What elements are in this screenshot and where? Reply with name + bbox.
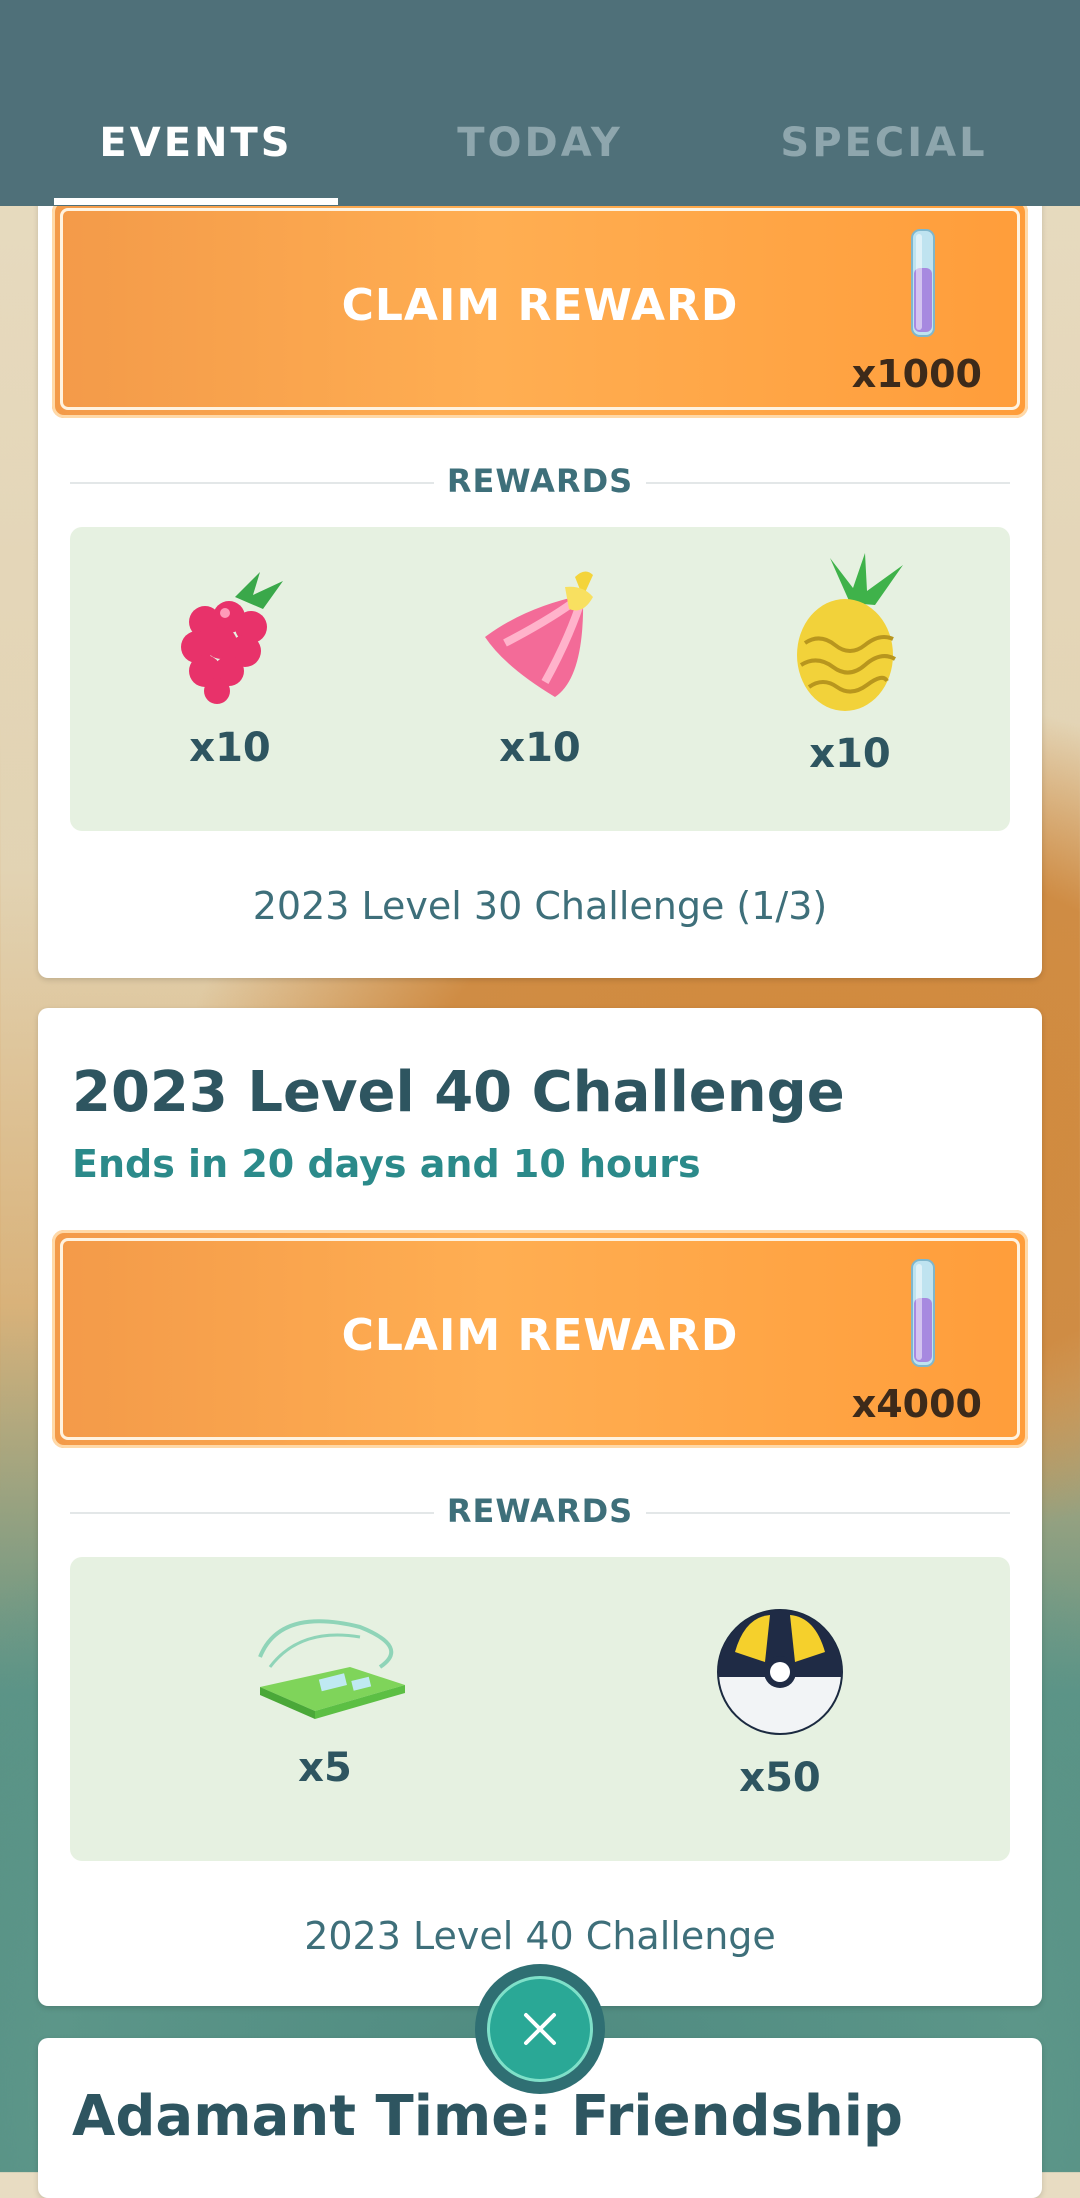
rewards-heading: REWARDS — [70, 1492, 1010, 1532]
claim-reward-label: CLAIM REWARD — [341, 1310, 739, 1361]
claim-reward-button[interactable]: CLAIM REWARD x1000 — [52, 200, 1028, 418]
rewards-heading-label: REWARDS — [446, 1492, 634, 1530]
active-tab-indicator — [54, 198, 338, 205]
reward-item[interactable]: x5 — [220, 1607, 430, 1791]
card-title: Adamant Time: Friendship — [72, 2084, 904, 2149]
pinap-berry-icon — [797, 553, 903, 711]
stardust-vial-icon — [911, 229, 935, 337]
close-button[interactable] — [475, 1964, 605, 2094]
reward-item[interactable]: x50 — [690, 1607, 870, 1801]
tab-events[interactable]: EVENTS — [54, 118, 338, 168]
reward-quantity: x50 — [739, 1755, 821, 1801]
card-footer-label: 2023 Level 30 Challenge (1/3) — [252, 884, 828, 928]
rewards-box: x5 x50 — [70, 1557, 1010, 1861]
event-card-level-30: CLAIM REWARD x1000 REWARDS x10 x10 x10 2… — [38, 180, 1042, 978]
reward-item[interactable]: x10 — [140, 567, 320, 771]
tab-today[interactable]: TODAY — [404, 118, 676, 168]
rewards-heading-label: REWARDS — [446, 462, 634, 500]
reward-quantity: x10 — [189, 725, 271, 771]
close-button-face — [487, 1976, 593, 2082]
claim-reward-quantity: x1000 — [851, 352, 982, 396]
card-countdown: Ends in 20 days and 10 hours — [72, 1142, 701, 1186]
reward-item[interactable]: x10 — [760, 553, 940, 777]
reward-quantity: x10 — [809, 731, 891, 777]
card-footer-label: 2023 Level 40 Challenge — [304, 1914, 776, 1958]
event-card-level-40: 2023 Level 40 Challenge Ends in 20 days … — [38, 1008, 1042, 2006]
nanab-berry-icon — [485, 571, 593, 697]
reward-item[interactable]: x10 — [450, 557, 630, 771]
claim-reward-quantity: x4000 — [851, 1382, 982, 1426]
raid-pass-icon — [258, 1619, 405, 1719]
claim-reward-label: CLAIM REWARD — [341, 280, 739, 331]
card-title: 2023 Level 40 Challenge — [72, 1060, 845, 1125]
rewards-box: x10 x10 x10 — [70, 527, 1010, 831]
rewards-heading: REWARDS — [70, 462, 1010, 502]
razz-berry-icon — [181, 572, 283, 704]
close-icon — [524, 2013, 556, 2045]
stardust-vial-icon — [911, 1259, 935, 1367]
top-tab-bar: EVENTS TODAY SPECIAL — [0, 0, 1080, 206]
ultra-ball-icon — [717, 1609, 843, 1735]
tab-special[interactable]: SPECIAL — [744, 118, 1024, 168]
claim-reward-button[interactable]: CLAIM REWARD x4000 — [52, 1230, 1028, 1448]
reward-quantity: x10 — [499, 725, 581, 771]
reward-quantity: x5 — [298, 1745, 352, 1791]
